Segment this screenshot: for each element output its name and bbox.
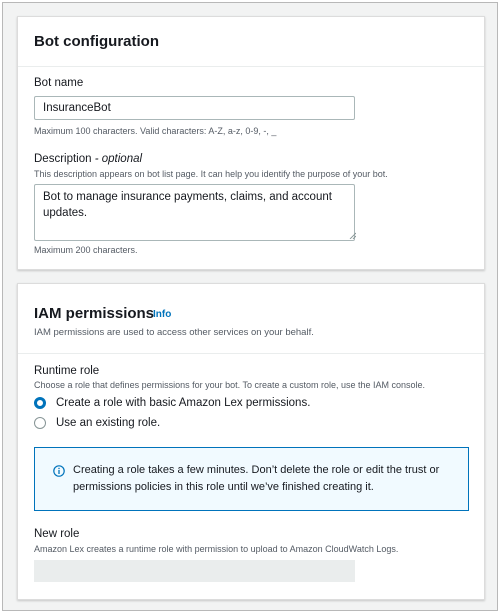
runtime-role-label: Runtime role <box>34 365 100 377</box>
new-role-name-placeholder <box>34 560 355 582</box>
description-hint: This description appears on bot list pag… <box>34 169 388 179</box>
iam-permissions-title: IAM permissions <box>34 305 155 322</box>
bot-name-label: Bot name <box>34 77 84 89</box>
alert-message: Creating a role takes a few minutes. Don… <box>73 464 440 493</box>
page-frame: Bot configuration Bot name Maximum 100 c… <box>2 2 498 611</box>
info-link[interactable]: Info <box>153 309 171 320</box>
radio-unselected-icon[interactable] <box>34 417 46 429</box>
info-alert: Creating a role takes a few minutes. Don… <box>34 447 469 511</box>
iam-permissions-header: IAM permissions Info IAM permissions are… <box>18 284 484 354</box>
description-label: Description - optional <box>34 153 142 165</box>
description-constraint: Maximum 200 characters. <box>34 245 138 255</box>
bot-configuration-header: Bot configuration <box>18 17 484 67</box>
iam-permissions-panel: IAM permissions Info IAM permissions are… <box>17 283 485 600</box>
new-role-label: New role <box>34 528 80 540</box>
bot-configuration-panel: Bot configuration Bot name Maximum 100 c… <box>17 16 485 270</box>
radio-existing-role[interactable]: Use an existing role. <box>34 415 160 431</box>
bot-name-constraint: Maximum 100 characters. Valid characters… <box>34 126 277 136</box>
iam-permissions-description: IAM permissions are used to access other… <box>34 327 314 338</box>
resize-handle-icon[interactable] <box>349 232 356 239</box>
bot-configuration-title: Bot configuration <box>34 33 159 50</box>
radio-selected-icon[interactable] <box>34 397 46 409</box>
description-textarea[interactable]: Bot to manage insurance payments, claims… <box>34 184 355 241</box>
radio-create-role-label: Create a role with basic Amazon Lex perm… <box>56 397 311 409</box>
runtime-role-hint: Choose a role that defines permissions f… <box>34 380 426 390</box>
info-circle-icon <box>53 465 65 477</box>
radio-existing-role-label: Use an existing role. <box>56 417 161 429</box>
bot-name-input[interactable] <box>34 96 355 120</box>
radio-create-role[interactable]: Create a role with basic Amazon Lex perm… <box>34 395 310 411</box>
optional-tag: - optional <box>94 153 143 165</box>
description-label-text: Description <box>34 153 92 165</box>
new-role-hint: Amazon Lex creates a runtime role with p… <box>34 544 399 554</box>
